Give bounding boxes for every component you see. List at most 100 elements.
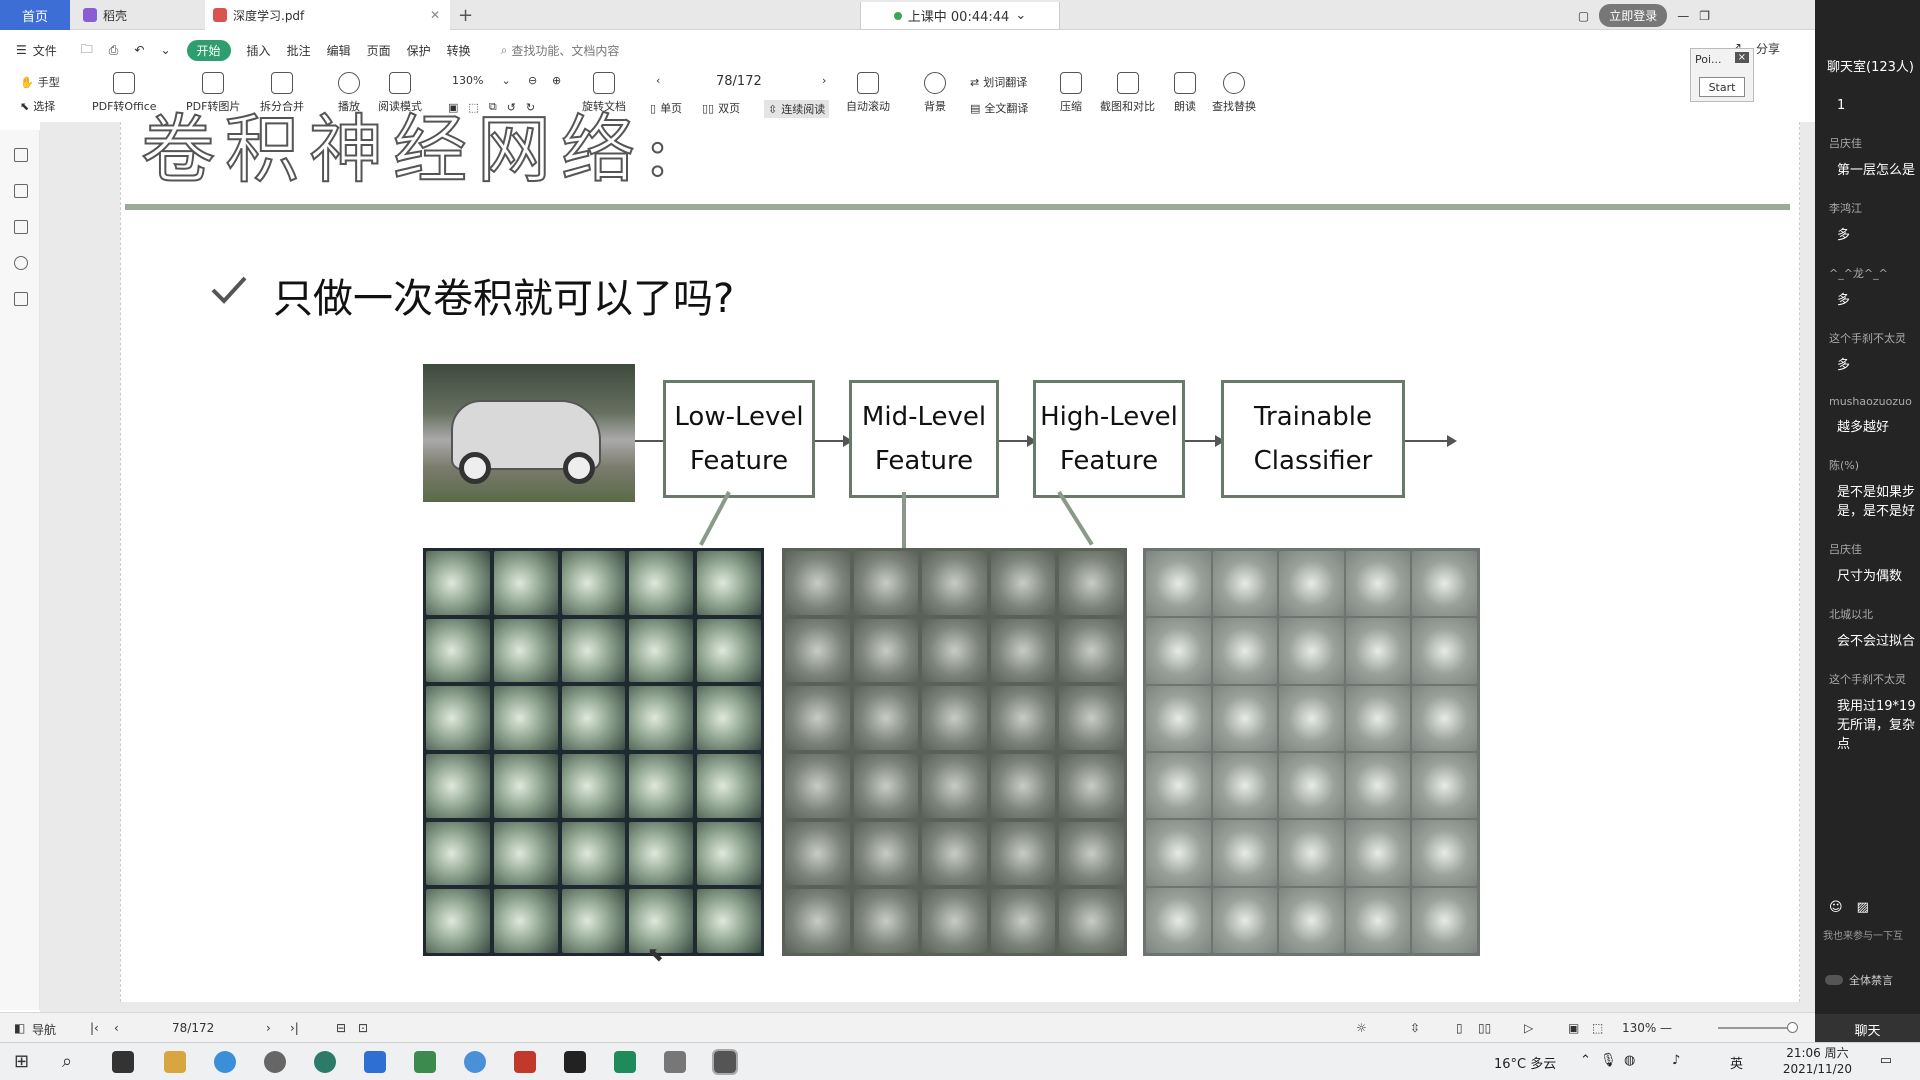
nav-label[interactable]: 导航: [32, 1021, 56, 1038]
double-page-icon[interactable]: ▯▯: [1478, 1021, 1491, 1035]
app-icon[interactable]: [264, 1051, 286, 1073]
zoom-out-icon[interactable]: —: [1660, 1021, 1672, 1035]
zoom-select[interactable]: 130% ⌄: [452, 74, 511, 87]
tab-home[interactable]: 首页: [0, 0, 70, 30]
layout-icon[interactable]: ▢: [1578, 9, 1589, 23]
vscode-icon[interactable]: [364, 1051, 386, 1073]
menu-convert[interactable]: 转换: [447, 42, 471, 59]
app-icon[interactable]: [664, 1051, 686, 1073]
emoji-icon[interactable]: ☺: [1829, 900, 1843, 915]
app-icon[interactable]: [464, 1051, 486, 1073]
comment-icon[interactable]: [14, 220, 28, 234]
close-icon[interactable]: ×: [1734, 52, 1749, 63]
zoom-slider-thumb[interactable]: [1787, 1022, 1798, 1033]
prev-page-icon[interactable]: ‹: [656, 74, 660, 87]
login-button[interactable]: 立即登录: [1599, 4, 1668, 27]
first-page-icon[interactable]: |‹: [90, 1021, 99, 1035]
continuous-read-button[interactable]: ⇳ 连续阅读: [764, 100, 830, 118]
fit-width-icon[interactable]: ⬚: [1592, 1021, 1603, 1035]
app-icon[interactable]: [414, 1051, 436, 1073]
next-page-icon[interactable]: ›: [822, 74, 826, 87]
chevron-up-icon[interactable]: ⌃: [1580, 1053, 1591, 1068]
speaker-icon[interactable]: ♪: [1672, 1053, 1680, 1068]
chat-message-list[interactable]: 1 吕庆佳 第一层怎么是 李鸿江多 ^_^龙^_^ 多这个手刹不太灵多 mushaozuoz…: [1815, 86, 1920, 896]
double-page-button[interactable]: ▯▯ 双页: [702, 100, 740, 116]
file-explorer-icon[interactable]: [164, 1051, 186, 1073]
active-app-icon[interactable]: [712, 1049, 738, 1075]
add-tab-button[interactable]: +: [458, 5, 473, 26]
app-icon[interactable]: [614, 1051, 636, 1073]
chat-input[interactable]: 我也来参与一下互: [1815, 915, 1920, 942]
signature-icon[interactable]: [14, 292, 28, 306]
network-icon[interactable]: ◍: [1624, 1053, 1635, 1068]
image-icon[interactable]: ▨: [1857, 900, 1869, 915]
attachment-icon[interactable]: [14, 256, 28, 270]
menu-start[interactable]: 开始: [186, 39, 231, 61]
auto-scroll-button[interactable]: 自动滚动: [846, 72, 890, 114]
open-folder-icon[interactable]: 🗀: [81, 40, 93, 61]
zoom-in-icon[interactable]: ⊕: [552, 74, 561, 87]
word-translate-button[interactable]: ⇄ 划词翻译: [970, 74, 1027, 90]
minimize-icon[interactable]: —: [1677, 9, 1689, 23]
play-icon[interactable]: ▷: [1524, 1021, 1533, 1035]
more-icon[interactable]: ⌄: [160, 43, 170, 57]
filter-cell: [629, 821, 694, 886]
read-aloud-button[interactable]: 朗读: [1174, 72, 1196, 114]
page-number-input[interactable]: 78/172: [716, 74, 762, 89]
zoom-slider[interactable]: [1718, 1022, 1798, 1033]
nav-icon[interactable]: ◧: [14, 1021, 25, 1035]
search-icon[interactable]: ⌕: [62, 1051, 84, 1073]
prev-page-icon[interactable]: ‹: [114, 1021, 119, 1035]
single-page-icon[interactable]: ▯: [1456, 1021, 1463, 1035]
system-clock[interactable]: 21:06 周六 2021/11/20: [1783, 1045, 1852, 1077]
class-timer[interactable]: 上课中 00:44:44 ⌄: [860, 2, 1060, 30]
wps-icon[interactable]: [514, 1051, 536, 1073]
browser-icon[interactable]: [214, 1051, 236, 1073]
menu-file[interactable]: 文件: [33, 42, 57, 59]
menu-annotate[interactable]: 批注: [287, 42, 311, 59]
bookmark-icon[interactable]: [14, 148, 28, 162]
feature-search-input[interactable]: 查找功能、文档内容: [511, 42, 619, 59]
print-icon[interactable]: ⎙: [109, 43, 119, 58]
background-button[interactable]: 背景: [924, 72, 946, 114]
select-tool[interactable]: ⬉ 选择: [20, 98, 55, 114]
eye-protect-icon[interactable]: ☼: [1356, 1021, 1367, 1035]
find-replace-button[interactable]: 查找替换: [1212, 72, 1256, 114]
menu-insert[interactable]: 插入: [247, 42, 271, 59]
poi-start-button[interactable]: Start: [1699, 77, 1745, 97]
thumbnail-icon[interactable]: [14, 184, 28, 198]
tab-docer[interactable]: 稻壳: [75, 0, 200, 30]
ime-indicator[interactable]: 英: [1730, 1053, 1743, 1072]
next-page-icon[interactable]: ›: [266, 1021, 271, 1035]
menu-edit[interactable]: 编辑: [327, 42, 351, 59]
menu-page[interactable]: 页面: [367, 42, 391, 59]
pycharm-icon[interactable]: [564, 1051, 586, 1073]
weather-text[interactable]: 16°C 多云: [1494, 1053, 1556, 1072]
share-button[interactable]: 分享: [1756, 40, 1780, 57]
mute-all-toggle[interactable]: 全体禁言: [1815, 942, 1920, 988]
restore-icon[interactable]: ❐: [1699, 9, 1710, 23]
chat-tab[interactable]: 聊天: [1815, 1014, 1920, 1044]
menu-protect[interactable]: 保护: [407, 42, 431, 59]
continuous-icon[interactable]: ⇳: [1410, 1021, 1420, 1035]
app-icon[interactable]: [112, 1051, 134, 1073]
status-zoom[interactable]: 130%: [1622, 1021, 1656, 1035]
zoom-out-icon[interactable]: ⊖: [528, 74, 537, 87]
status-page-number[interactable]: 78/172: [172, 1021, 214, 1035]
mic-icon[interactable]: 🎙: [1600, 1053, 1617, 1068]
tab-pdf-document[interactable]: 深度学习.pdf ✕: [205, 0, 450, 30]
undo-icon[interactable]: ↶: [134, 43, 144, 57]
fit-page-icon[interactable]: ▣: [1568, 1021, 1579, 1035]
edge-icon[interactable]: [314, 1051, 336, 1073]
fit-icon[interactable]: ⊟: [336, 1021, 346, 1035]
last-page-icon[interactable]: ›|: [290, 1021, 299, 1035]
shrink-icon[interactable]: ⊡: [358, 1021, 368, 1035]
compress-button[interactable]: 压缩: [1060, 72, 1082, 114]
windows-start-icon[interactable]: ⊞: [14, 1051, 36, 1073]
screenshot-compare-button[interactable]: 截图和对比: [1100, 72, 1155, 114]
menu-hamburger-icon[interactable]: ☰: [16, 43, 27, 57]
close-tab-icon[interactable]: ✕: [430, 8, 440, 22]
full-translate-button[interactable]: ▤ 全文翻译: [970, 100, 1028, 116]
notification-icon[interactable]: ▭: [1880, 1053, 1892, 1068]
hand-tool[interactable]: ✋ 手型: [20, 74, 60, 90]
